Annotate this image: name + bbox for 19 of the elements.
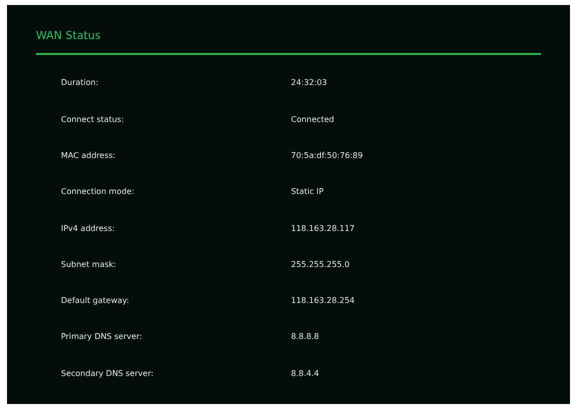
field-value: Connected (291, 114, 334, 126)
field-label: Subnet mask: (61, 258, 118, 271)
field-label: IPv4 address: (61, 222, 116, 235)
field-value: 255.255.255.0 (291, 258, 350, 271)
field-label: Connection mode: (61, 186, 136, 198)
field-value: 118.163.28.117 (291, 222, 355, 235)
field-value: 70:5a:df:50:76:89 (291, 150, 363, 162)
field-value: 24:32:03 (291, 77, 327, 90)
panel-title: WAN Status (36, 29, 102, 43)
field-label: Connect status: (61, 114, 125, 126)
field-label: Secondary DNS server: (61, 368, 155, 380)
field-label: Primary DNS server: (61, 331, 144, 344)
field-label: Default gateway: (61, 295, 130, 308)
field-value: 8.8.8.8 (291, 331, 319, 344)
field-value: Static IP (291, 186, 324, 198)
field-value: 118.163.28.254 (291, 295, 355, 308)
field-label: MAC address: (61, 150, 116, 162)
field-value: 8.8.4.4 (291, 368, 319, 380)
field-label: Duration: (61, 77, 100, 90)
